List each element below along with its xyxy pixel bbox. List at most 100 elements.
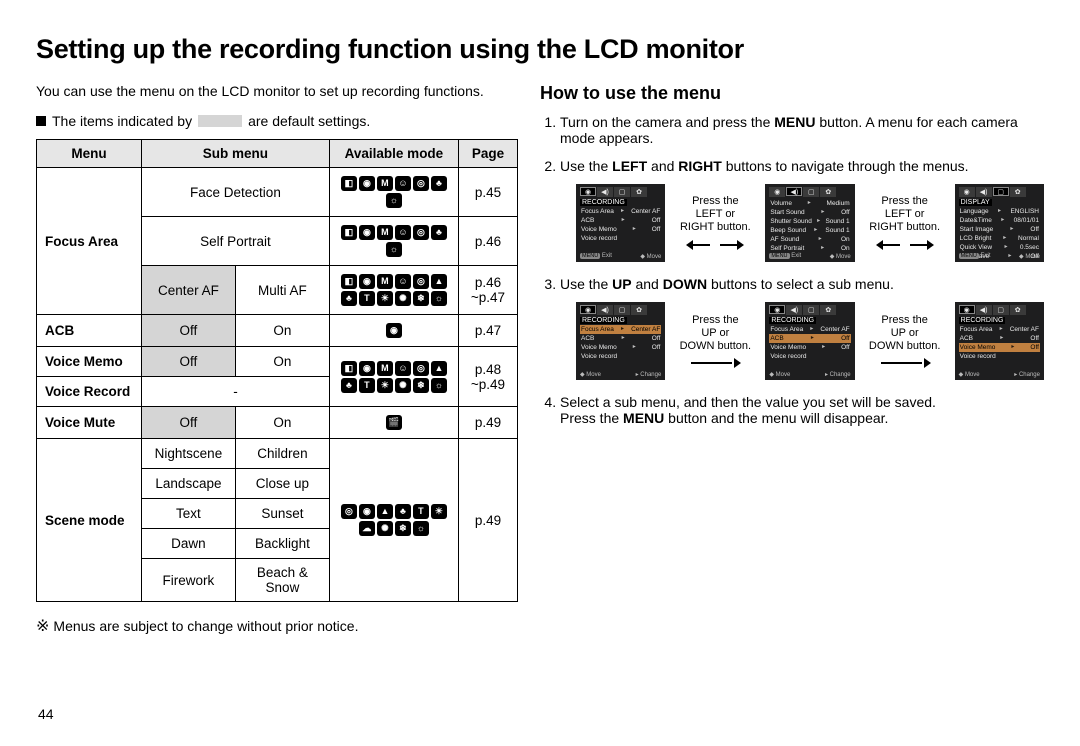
sub-center-af: Center AF — [141, 266, 235, 315]
scene-2-1: Sunset — [235, 499, 329, 529]
lcd-display: ◉◀)▢✿ DISPLAY Language▸ENGLISH Date&Time… — [955, 184, 1044, 262]
tab-icon: ▢ — [614, 187, 630, 197]
page-af: p.46 ~p.47 — [458, 266, 517, 315]
menu-scene: Scene mode — [37, 439, 142, 602]
mode-icon: ◎ — [413, 361, 429, 376]
mode-icon: ✺ — [395, 378, 411, 393]
tab-icon: ◀) — [786, 187, 802, 196]
mode-icon: ♣ — [395, 504, 411, 519]
vmute-off: Off — [141, 407, 235, 439]
tab-icon: ◉ — [769, 187, 785, 197]
page-acb: p.47 — [458, 315, 517, 347]
sub-multi-af: Multi AF — [235, 266, 329, 315]
sub-self-portrait: Self Portrait — [141, 217, 329, 266]
lcd-row-step2: ◉◀)▢✿ RECORDING Focus Area▸Center AF ACB… — [560, 184, 1044, 262]
mode-icon: ☺ — [395, 361, 411, 376]
page-title: Setting up the recording function using … — [36, 34, 1044, 65]
tab-icon: ◀) — [976, 305, 992, 315]
menu-acb: ACB — [37, 315, 142, 347]
mode-icon: ▲ — [431, 274, 447, 289]
menu-voice-memo: Voice Memo — [37, 347, 142, 377]
scene-4-0: Firework — [141, 559, 235, 602]
mode-icon: T — [413, 504, 429, 519]
right-arrow-icon — [691, 357, 739, 369]
mode-icon: M — [377, 225, 393, 240]
mode-icon: M — [377, 361, 393, 376]
lcd-row-step3: ◉◀)▢✿ RECORDING Focus Area▸Center AF ACB… — [560, 302, 1044, 380]
bullet-square-icon — [36, 116, 46, 126]
mode-icon: T — [359, 378, 375, 393]
tab-icon: ▢ — [993, 305, 1009, 315]
mode-icon: ❄ — [395, 521, 411, 536]
mode-icon: ◧ — [341, 176, 357, 191]
tab-icon: ◀) — [976, 187, 992, 197]
mode-icon: ◉ — [359, 361, 375, 376]
mode-icon: ◧ — [341, 361, 357, 376]
default-note: The items indicated by are default setti… — [36, 113, 518, 129]
mode-icon: ☺ — [395, 176, 411, 191]
menu-table: Menu Sub menu Available mode Page Focus … — [36, 139, 518, 602]
mode-icon: ◉ — [386, 323, 402, 338]
tab-icon: ◀) — [786, 305, 802, 315]
tab-icon: ◉ — [769, 305, 785, 314]
tab-icon: ▢ — [803, 187, 819, 197]
mode-icon: ◧ — [341, 274, 357, 289]
scene-1-1: Close up — [235, 469, 329, 499]
scene-3-0: Dawn — [141, 529, 235, 559]
steps-list: Turn on the camera and press the MENU bu… — [540, 114, 1044, 426]
mode-icon: ☼ — [431, 291, 447, 306]
how-to-heading: How to use the menu — [540, 83, 1044, 104]
mode-icon: ✺ — [377, 521, 393, 536]
tab-icon: ✿ — [1010, 187, 1026, 197]
lcd-body: Volume▸Medium Start Sound▸Off Shutter So… — [769, 199, 850, 253]
modes-self-portrait: ◧◉M☺◎♣☼ — [329, 217, 458, 266]
tab-icon: ▢ — [614, 305, 630, 315]
mode-icon: ☀ — [377, 291, 393, 306]
default-note-pre: The items indicated by — [52, 113, 192, 129]
right-arrow-icon — [881, 357, 929, 369]
right-column: How to use the menu Turn on the camera a… — [540, 83, 1044, 650]
th-mode: Available mode — [329, 140, 458, 168]
mode-icon: M — [377, 176, 393, 191]
mode-icon: ◧ — [341, 225, 357, 240]
mode-icon: ☺ — [395, 225, 411, 240]
page-voice-mute: p.49 — [458, 407, 517, 439]
scene-0-1: Children — [235, 439, 329, 469]
vm-on: On — [235, 347, 329, 377]
mode-icon: ☼ — [386, 193, 402, 208]
mode-icon: ◎ — [413, 176, 429, 191]
mode-icon: ◎ — [413, 225, 429, 240]
tab-icon: ▢ — [803, 305, 819, 315]
step-1: Turn on the camera and press the MENU bu… — [560, 114, 1044, 146]
scene-3-1: Backlight — [235, 529, 329, 559]
tab-icon: ▢ — [993, 187, 1009, 196]
mode-icon: ◉ — [359, 225, 375, 240]
th-sub: Sub menu — [141, 140, 329, 168]
default-note-post: are default settings. — [248, 113, 370, 129]
acb-off: Off — [141, 315, 235, 347]
step-4: Select a sub menu, and then the value yo… — [560, 394, 1044, 426]
tab-icon: ✿ — [820, 305, 836, 315]
tab-icon: ✿ — [631, 187, 647, 197]
lcd-step3-a: ◉◀)▢✿ RECORDING Focus Area▸Center AF ACB… — [576, 302, 665, 380]
modes-voice-mute: 🎬 — [329, 407, 458, 439]
tab-icon: ◀) — [597, 187, 613, 197]
step-3: Use the UP and DOWN buttons to select a … — [560, 276, 1044, 380]
th-menu: Menu — [37, 140, 142, 168]
mode-icon: ▲ — [431, 361, 447, 376]
tab-icon: ◀) — [597, 305, 613, 315]
lcd-hdr: RECORDING — [959, 317, 1006, 324]
lcd-body: Focus Area▸Center AF ACB▸Off Voice Memo▸… — [580, 207, 661, 243]
page-voice: p.48 ~p.49 — [458, 347, 517, 407]
modes-face-detection: ◧◉M☺◎♣☼ — [329, 168, 458, 217]
mode-icon: ☺ — [395, 274, 411, 289]
lcd-sound: ◉◀)▢✿ Volume▸Medium Start Sound▸Off Shut… — [765, 184, 854, 262]
vmute-on: On — [235, 407, 329, 439]
th-page: Page — [458, 140, 517, 168]
mode-icon: ◎ — [341, 504, 357, 519]
asterisk-icon: ※ — [36, 618, 49, 635]
mode-icon: ☼ — [431, 378, 447, 393]
scene-0-0: Nightscene — [141, 439, 235, 469]
mode-icon: M — [377, 274, 393, 289]
mode-icon: ❄ — [413, 291, 429, 306]
